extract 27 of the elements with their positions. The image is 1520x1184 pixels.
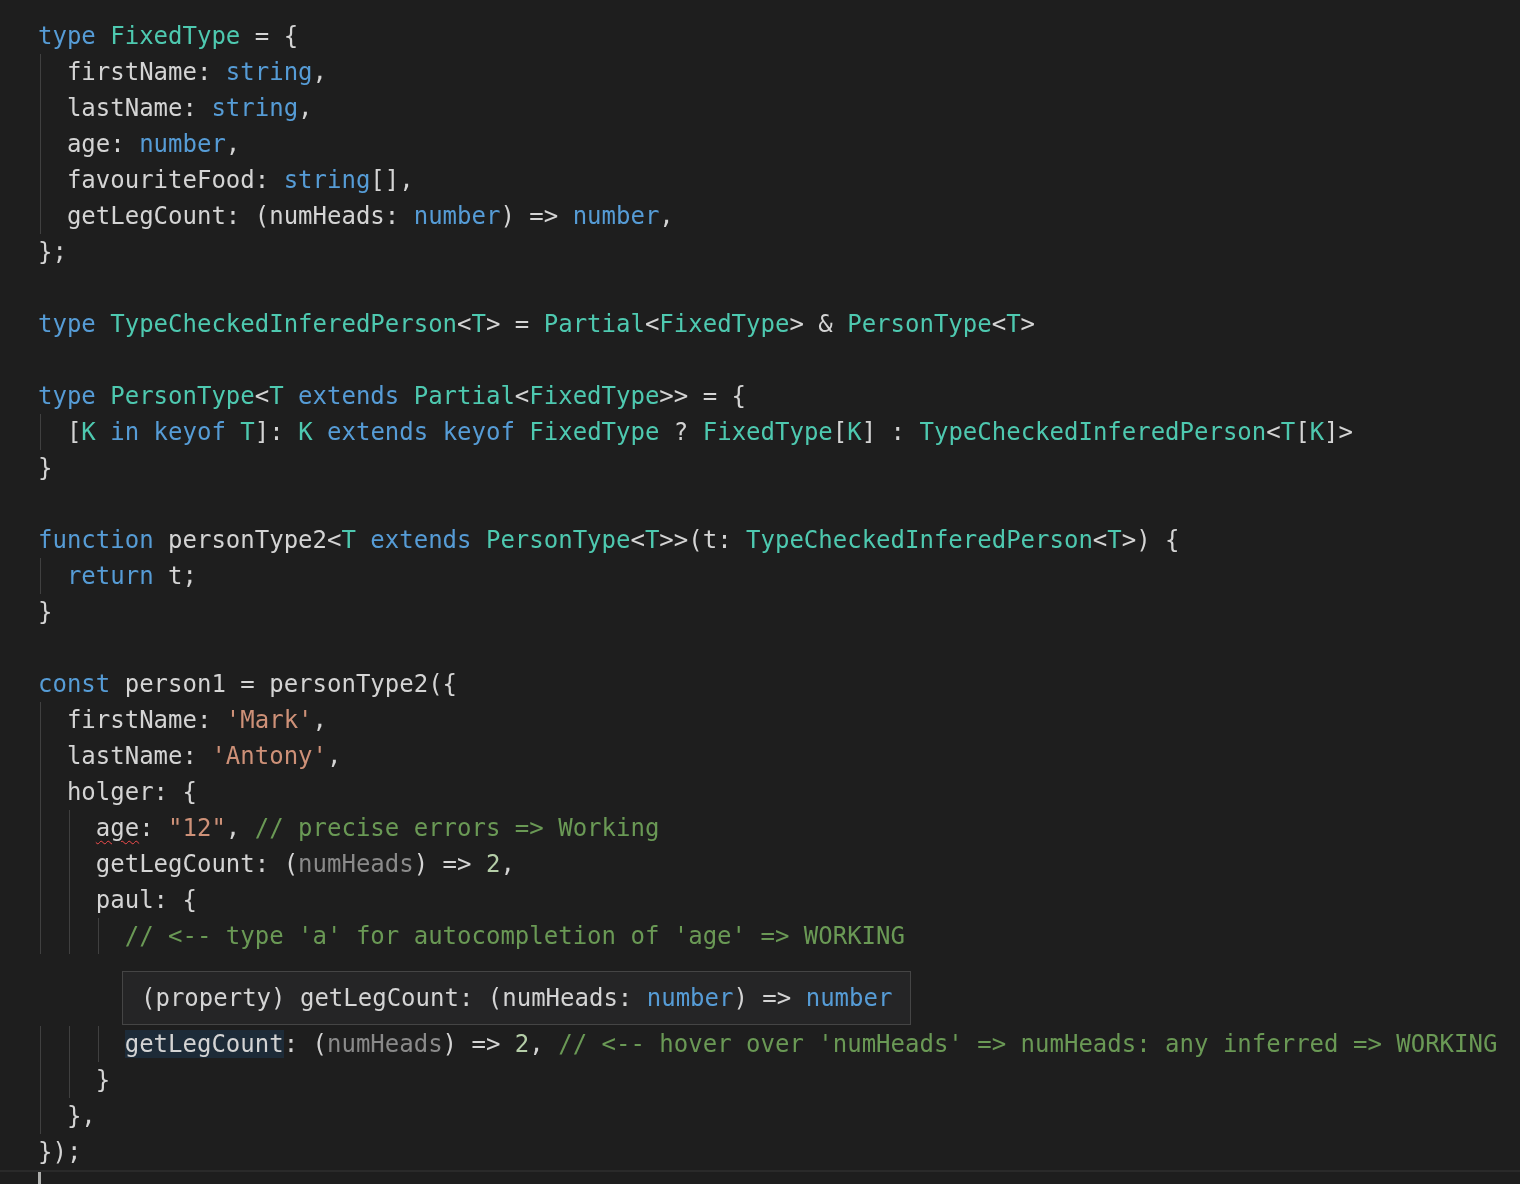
code-line: [K in keyof T]: K extends keyof FixedType ? FixedType[K] : TypeCheckedInferedPerson<T[K]> <box>65 417 1353 448</box>
code-line: paul: { <box>94 885 197 916</box>
code-line: } <box>38 453 53 484</box>
code-line: type FixedType = { <box>38 21 299 52</box>
code-line: type PersonType<T extends Partial<FixedType>> = { <box>38 381 747 412</box>
code-line: type TypeCheckedInferedPerson<T> = Partial<FixedType> & PersonType<T> <box>38 309 1036 340</box>
code-line: lastName: 'Antony', <box>65 741 342 772</box>
code-line: age: "12", // precise errors => Working <box>94 813 660 844</box>
code-line: function personType2<T extends PersonType<T>>(t: TypeCheckedInferedPerson<T>) { <box>38 525 1180 556</box>
code-line: lastName: string, <box>65 93 313 124</box>
code-line: firstName: 'Mark', <box>65 705 327 736</box>
code-line: holger: { <box>65 777 197 808</box>
code-line: }); <box>38 1137 82 1168</box>
code-line: getLegCount: (numHeads) => 2, <box>94 849 515 880</box>
code-line: getLegCount: (numHeads) => 2, // <-- hover over 'numHeads' => numHeads: any inferred => WORKING <box>123 1029 1498 1060</box>
code-line: }, <box>65 1101 96 1132</box>
code-line: return t; <box>65 561 197 592</box>
code-line: firstName: string, <box>65 57 327 88</box>
code-line: } <box>38 597 53 628</box>
code-line: age: number, <box>65 129 241 160</box>
tooltip-text: (property) getLegCount: (numHeads: number) => number <box>141 983 893 1014</box>
code-line: const person1 = personType2({ <box>38 669 458 700</box>
code-line: favouriteFood: string[], <box>65 165 414 196</box>
code-line: }; <box>38 237 67 268</box>
code-line: } <box>94 1065 111 1096</box>
code-line: getLegCount: (numHeads: number) => number, <box>65 201 674 232</box>
code-line: // <-- type 'a' for autocompletion of 'age' => WORKING <box>123 921 905 952</box>
